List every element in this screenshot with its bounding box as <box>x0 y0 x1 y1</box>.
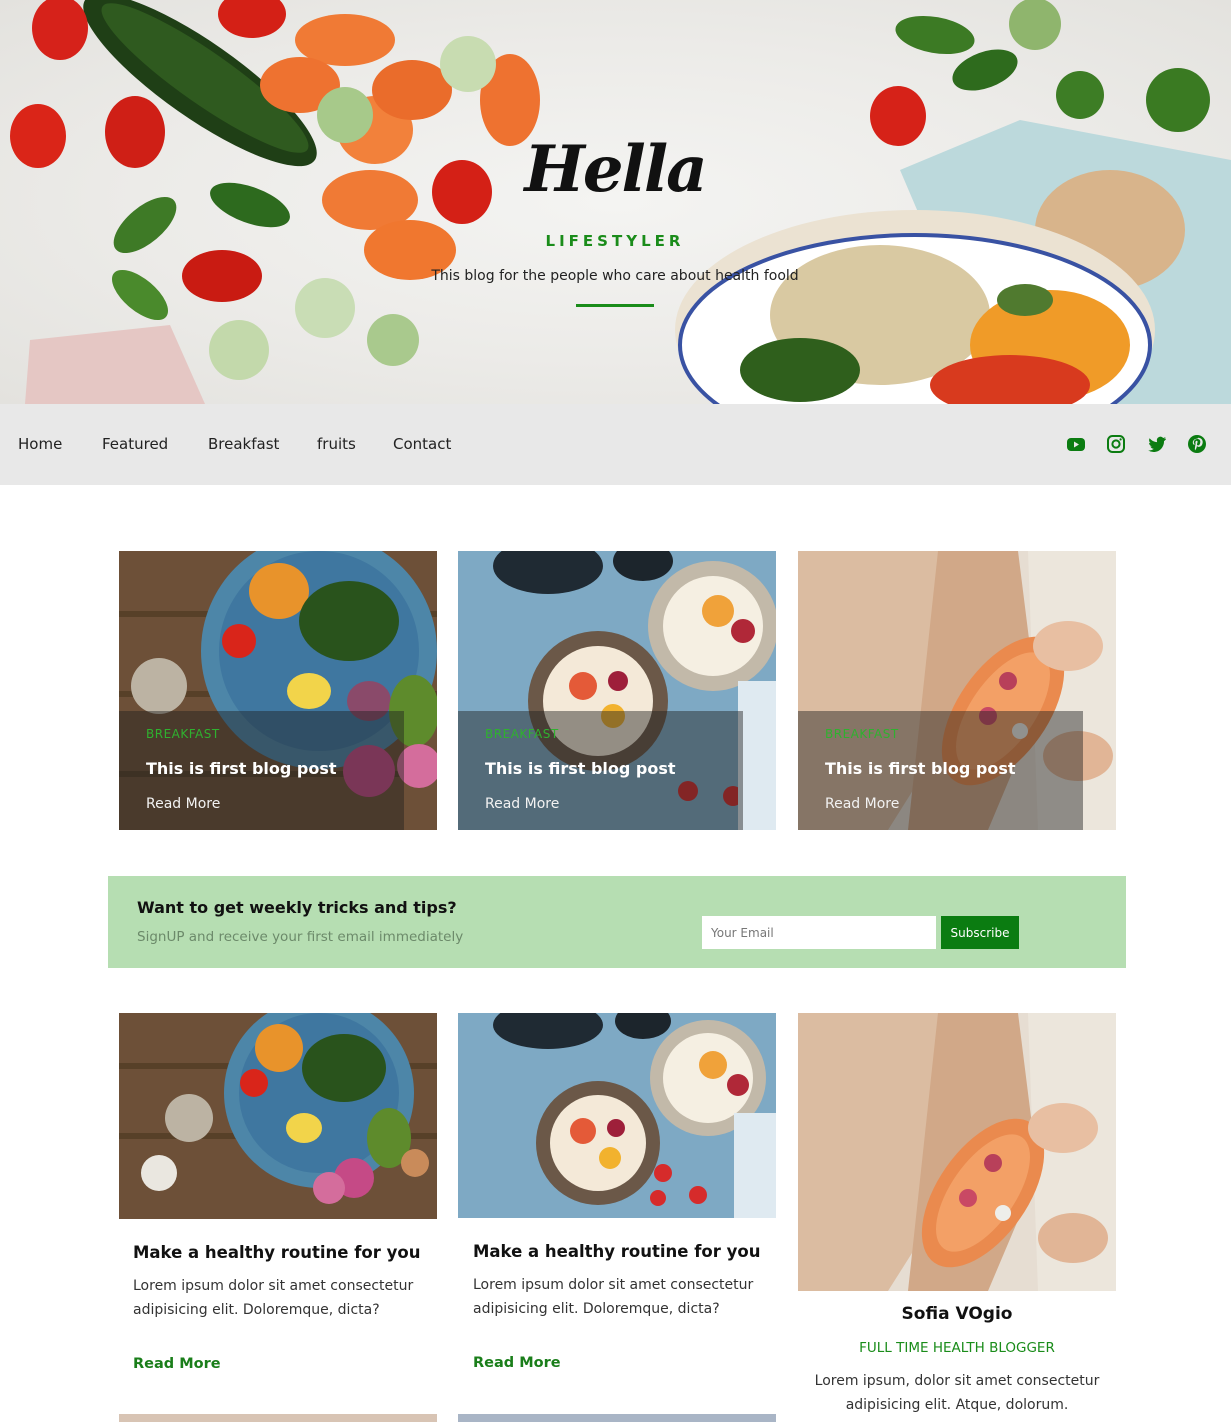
featured-card-title[interactable]: This is first blog post <box>825 759 1016 778</box>
nav-item-contact[interactable]: Contact <box>393 435 451 453</box>
post-image-peek <box>119 1414 437 1422</box>
youtube-icon[interactable] <box>1066 434 1086 454</box>
post-image-peek <box>458 1414 776 1422</box>
post-excerpt: Lorem ipsum dolor sit amet consectetur a… <box>473 1277 754 1317</box>
featured-card-read-more[interactable]: Read More <box>146 796 220 812</box>
featured-card[interactable]: BREAKFAST This is first blog post Read M… <box>798 551 1116 830</box>
featured-card[interactable]: BREAKFAST This is first blog post Read M… <box>458 551 776 830</box>
post-title[interactable]: Make a healthy routine for you <box>133 1243 420 1262</box>
nav-item-home[interactable]: Home <box>18 435 62 453</box>
subscribe-button[interactable]: Subscribe <box>941 916 1019 949</box>
hero-subtitle: This blog for the people who care about … <box>431 268 799 284</box>
featured-card-title[interactable]: This is first blog post <box>485 759 676 778</box>
main-nav: Home Featured Breakfast fruits Contact <box>0 404 1231 485</box>
featured-card-read-more[interactable]: Read More <box>485 796 559 812</box>
newsletter-signup: Want to get weekly tricks and tips? Sign… <box>108 876 1126 968</box>
post-excerpt: Lorem ipsum dolor sit amet consectetur a… <box>133 1278 414 1318</box>
post-image[interactable] <box>119 1013 437 1219</box>
hero-divider <box>576 304 654 307</box>
instagram-icon[interactable] <box>1106 434 1126 454</box>
twitter-icon[interactable] <box>1147 434 1167 454</box>
author-name: Sofia VOgio <box>901 1304 1013 1324</box>
author-photo-graphic <box>798 1013 1116 1291</box>
newsletter-title: Want to get weekly tricks and tips? <box>137 898 457 917</box>
newsletter-subtitle: SignUP and receive your first email imme… <box>137 929 464 945</box>
site-logo[interactable]: Hella <box>415 130 815 210</box>
post-read-more[interactable]: Read More <box>473 1355 561 1371</box>
post-image-graphic <box>119 1013 437 1219</box>
featured-card-read-more[interactable]: Read More <box>825 796 899 812</box>
hero-banner: Hella LIFESTYLER This blog for the peopl… <box>0 0 1231 404</box>
author-bio: Lorem ipsum, dolor sit amet consectetur … <box>814 1373 1100 1413</box>
author-role: FULL TIME HEALTH BLOGGER <box>859 1340 1055 1356</box>
hero-content: Hella LIFESTYLER This blog for the peopl… <box>415 130 815 307</box>
nav-item-fruits[interactable]: fruits <box>317 435 356 453</box>
email-field[interactable] <box>702 916 936 949</box>
featured-card-category[interactable]: BREAKFAST <box>146 727 220 741</box>
post-title[interactable]: Make a healthy routine for you <box>473 1242 760 1261</box>
post-read-more[interactable]: Read More <box>133 1356 221 1372</box>
post-image-graphic <box>458 1013 776 1218</box>
nav-item-featured[interactable]: Featured <box>102 435 168 453</box>
featured-card[interactable]: BREAKFAST This is first blog post Read M… <box>119 551 437 830</box>
author-photo <box>798 1013 1116 1291</box>
featured-card-category[interactable]: BREAKFAST <box>485 727 559 741</box>
featured-card-title[interactable]: This is first blog post <box>146 759 337 778</box>
pinterest-icon[interactable] <box>1187 434 1207 454</box>
site-tagline: LIFESTYLER <box>545 232 685 250</box>
featured-card-category[interactable]: BREAKFAST <box>825 727 899 741</box>
nav-item-breakfast[interactable]: Breakfast <box>208 435 279 453</box>
post-image[interactable] <box>458 1013 776 1218</box>
